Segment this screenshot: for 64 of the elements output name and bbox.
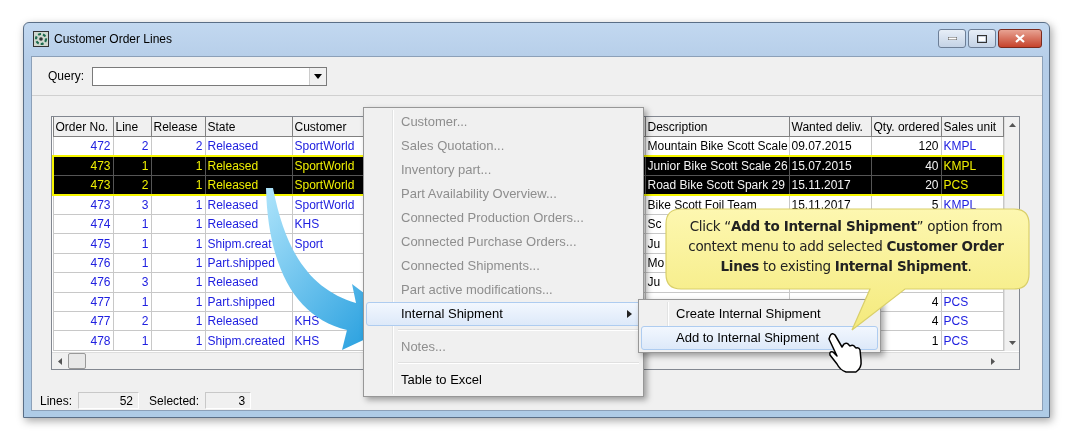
lines-count: 52 bbox=[78, 392, 140, 409]
table-cell: Released bbox=[205, 156, 292, 176]
table-cell: 474 bbox=[53, 214, 113, 234]
table-cell: 478 bbox=[53, 331, 113, 351]
table-cell: 477 bbox=[53, 292, 113, 312]
window-title: Customer Order Lines bbox=[54, 32, 173, 46]
table-cell: 1 bbox=[113, 253, 151, 273]
selected-label: Selected: bbox=[149, 393, 200, 408]
table-cell: 1 bbox=[151, 253, 205, 273]
table-cell: 1 bbox=[113, 156, 151, 176]
table-cell: 1 bbox=[151, 156, 205, 176]
table-cell: 1 bbox=[113, 292, 151, 312]
app-icon bbox=[33, 31, 49, 47]
table-cell: 15.07.2015 bbox=[789, 156, 871, 176]
table-cell: 2 bbox=[113, 311, 151, 331]
table-cell: Shipm.created bbox=[205, 331, 292, 351]
table-cell: Part.shipped bbox=[205, 292, 292, 312]
close-icon bbox=[1015, 34, 1025, 43]
table-cell: 1 bbox=[151, 292, 205, 312]
table-cell: PCS bbox=[941, 292, 1003, 312]
lines-label: Lines: bbox=[40, 393, 73, 408]
table-cell: 1 bbox=[151, 233, 205, 254]
table-cell: 1 bbox=[151, 311, 205, 331]
table-cell: 1 bbox=[113, 233, 151, 254]
maximize-icon bbox=[977, 34, 987, 43]
table-cell: PCS bbox=[941, 311, 1003, 331]
submenu-arrow-icon bbox=[627, 310, 632, 318]
table-cell: 476 bbox=[53, 272, 113, 293]
table-cell: 40 bbox=[871, 156, 941, 176]
table-cell: 1 bbox=[151, 214, 205, 234]
scrollbar-thumb[interactable] bbox=[68, 353, 86, 369]
table-cell: 1 bbox=[151, 272, 205, 293]
table-cell: 475 bbox=[53, 233, 113, 254]
table-cell: 473 bbox=[53, 175, 113, 196]
table-cell: KMPL bbox=[941, 156, 1003, 176]
query-label: Query: bbox=[48, 69, 84, 83]
table-cell: 1 bbox=[113, 214, 151, 234]
scroll-left-icon[interactable] bbox=[56, 356, 64, 366]
table-cell: 473 bbox=[53, 195, 113, 215]
query-dropdown[interactable] bbox=[92, 66, 327, 86]
table-cell: 476 bbox=[53, 253, 113, 273]
scroll-right-icon[interactable] bbox=[989, 356, 997, 366]
table-cell: Released bbox=[205, 311, 292, 331]
table-cell: PCS bbox=[941, 331, 1003, 351]
table-cell: SportWorld bbox=[292, 156, 365, 176]
scroll-up-icon[interactable] bbox=[1007, 121, 1017, 129]
menu-item[interactable]: Table to Excel bbox=[366, 368, 641, 392]
menu-item[interactable]: Add to Internal Shipment bbox=[641, 326, 878, 350]
scroll-down-icon[interactable] bbox=[1007, 339, 1017, 347]
table-cell: Road Bike Scott Spark 29 bbox=[645, 175, 789, 196]
close-button[interactable] bbox=[998, 29, 1042, 48]
minimize-icon bbox=[947, 37, 957, 40]
table-cell: 1 bbox=[151, 195, 205, 215]
table-cell: Junior Bike Scott Scale 26 bbox=[645, 156, 789, 176]
maximize-button[interactable] bbox=[968, 29, 996, 48]
dropdown-arrow-icon bbox=[314, 73, 322, 79]
table-cell: 1 bbox=[151, 331, 205, 351]
table-cell: 3 bbox=[113, 272, 151, 293]
table-cell: 3 bbox=[113, 195, 151, 215]
table-cell: 1 bbox=[113, 331, 151, 351]
selected-count: 3 bbox=[205, 392, 252, 409]
table-cell: 477 bbox=[53, 311, 113, 331]
table-cell: 473 bbox=[53, 156, 113, 176]
menu-item[interactable]: Internal Shipment bbox=[366, 302, 641, 326]
